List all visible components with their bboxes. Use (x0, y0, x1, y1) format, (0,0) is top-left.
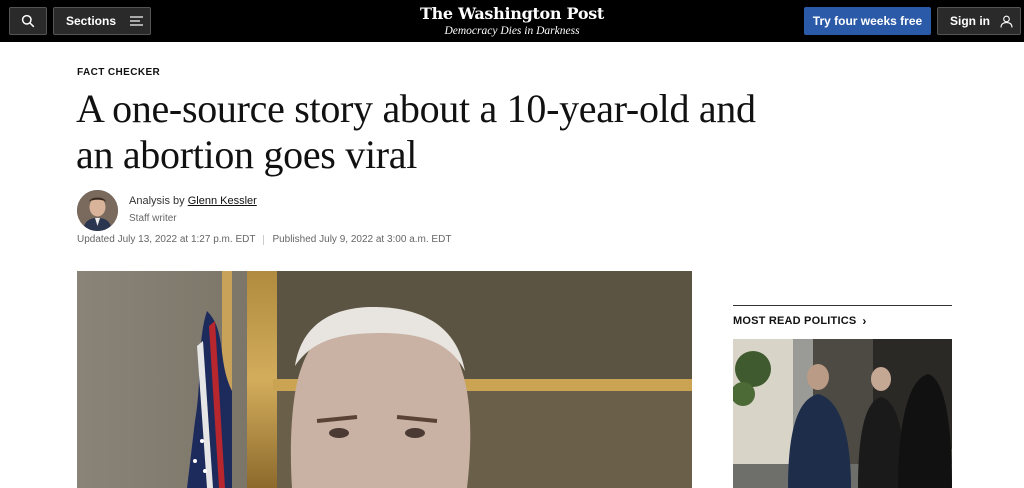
published-date: Published July 9, 2022 at 3:00 a.m. EDT (272, 234, 452, 245)
site-logo[interactable]: The Washington Post Democracy Dies in Da… (412, 5, 612, 38)
search-icon (21, 14, 35, 28)
byline-prefix: Analysis by (129, 195, 185, 207)
search-button[interactable] (9, 7, 47, 35)
article-headline: A one-source story about a 10-year-old a… (76, 86, 756, 177)
article-kicker[interactable]: FACT CHECKER (77, 67, 160, 78)
sections-label: Sections (66, 14, 117, 28)
most-read-photo[interactable] (733, 339, 952, 488)
most-read-politics-link[interactable]: MOST READ POLITICS › (733, 314, 867, 328)
logo-tagline: Democracy Dies in Darkness (444, 25, 580, 37)
article-dates: Updated July 13, 2022 at 1:27 p.m. EDT P… (77, 234, 451, 245)
logo-name: The Washington Post (419, 4, 604, 23)
user-icon (1000, 15, 1013, 28)
most-read-title: MOST READ POLITICS (733, 315, 857, 327)
byline: Analysis by Glenn Kessler (129, 195, 257, 207)
top-nav-bar: Sections The Washington Post Democracy D… (0, 0, 1024, 42)
chevron-right-icon: › (862, 314, 867, 328)
date-divider (263, 234, 265, 245)
sidebar-divider (733, 305, 952, 306)
hero-photo (77, 271, 692, 488)
sign-in-label: Sign in (950, 14, 990, 28)
subscribe-button[interactable]: Try four weeks free (804, 7, 931, 35)
author-role: Staff writer (129, 213, 177, 224)
menu-icon (130, 16, 144, 26)
sign-in-button[interactable]: Sign in (937, 7, 1021, 35)
updated-date: Updated July 13, 2022 at 1:27 p.m. EDT (77, 234, 256, 245)
sections-button[interactable]: Sections (53, 7, 151, 35)
author-avatar[interactable] (77, 190, 118, 231)
author-link[interactable]: Glenn Kessler (188, 195, 257, 207)
